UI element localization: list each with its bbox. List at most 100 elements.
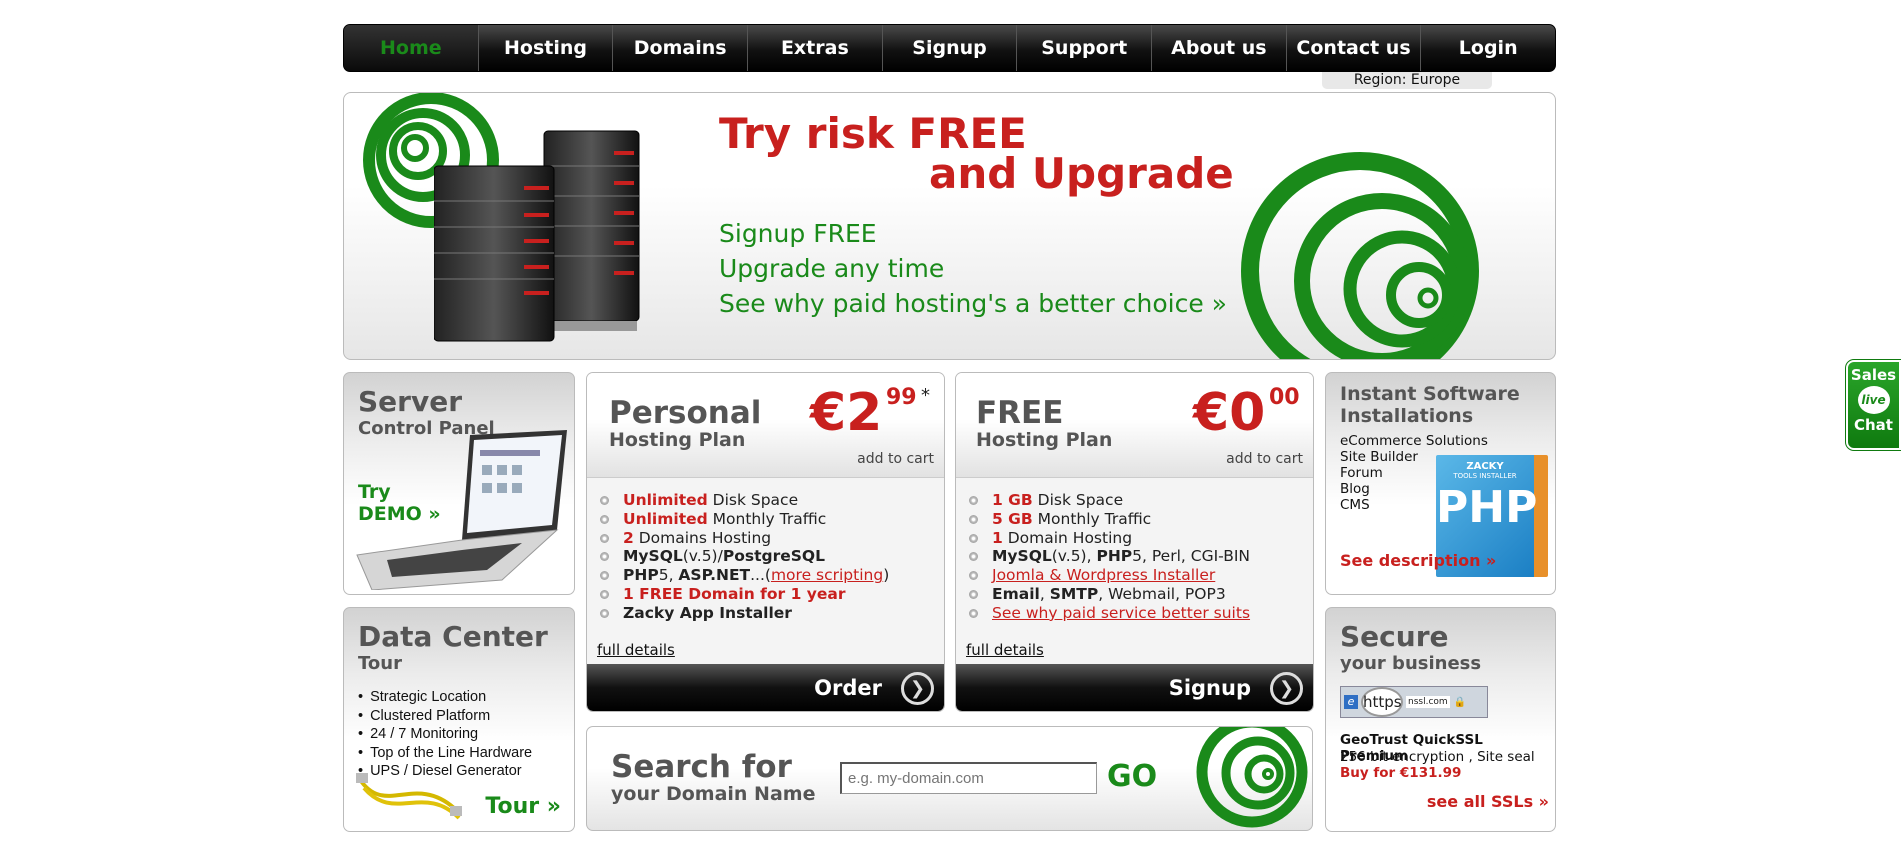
- try-demo-line1: Try: [358, 481, 391, 503]
- main-nav: Home Hosting Domains Extras Signup Support Abo…: [343, 24, 1556, 72]
- secure-subtitle: your business: [1340, 653, 1482, 674]
- data-center-title: Data Center: [358, 620, 548, 653]
- nav-item-contact-us[interactable]: Contact us: [1287, 25, 1422, 71]
- list-item: 1 GB Disk Space: [966, 491, 1250, 510]
- data-center-features: Strategic Location Clustered Platform 24…: [358, 688, 532, 781]
- browser-icon: e: [1344, 695, 1358, 709]
- spiral-graphic-right: [1241, 152, 1479, 359]
- signup-button[interactable]: Signup ❯: [956, 664, 1313, 711]
- list-item: Unlimited Monthly Traffic: [597, 510, 889, 529]
- plan-subtitle: Hosting Plan: [976, 429, 1113, 451]
- ssl-browser-graphic: e https nssl.com 🔒: [1340, 686, 1488, 718]
- chat-label-bottom: Chat: [1854, 416, 1893, 434]
- chat-label-top: Sales: [1850, 366, 1897, 384]
- try-demo-link[interactable]: Try DEMO »: [358, 481, 441, 525]
- list-item: 2 Domains Hosting: [597, 529, 889, 548]
- nav-item-support[interactable]: Support: [1017, 25, 1153, 71]
- see-all-ssls-link[interactable]: see all SSLs »: [1427, 792, 1549, 811]
- list-item: Strategic Location: [358, 688, 532, 707]
- list-item: 5 GB Monthly Traffic: [966, 510, 1250, 529]
- plan-features: Unlimited Disk Space Unlimited Monthly T…: [597, 491, 889, 623]
- data-center-box: Data Center Tour Strategic Location Clus…: [343, 607, 575, 832]
- add-to-cart-link[interactable]: add to cart: [1226, 451, 1303, 467]
- spiral-graphic-search: [1196, 727, 1308, 828]
- list-item: Unlimited Disk Space: [597, 491, 889, 510]
- signup-button-label: Signup: [1168, 675, 1251, 700]
- url-stub: nssl.com: [1406, 696, 1450, 708]
- nav-item-login[interactable]: Login: [1421, 25, 1555, 71]
- region-indicator[interactable]: Region: Europe: [1322, 72, 1492, 89]
- arrow-right-icon: ❯: [901, 672, 934, 705]
- more-scripting-link[interactable]: more scripting: [771, 566, 883, 584]
- list-item: Clustered Platform: [358, 707, 532, 726]
- nav-item-signup[interactable]: Signup: [883, 25, 1018, 71]
- list-item: eCommerce Solutions: [1340, 433, 1488, 449]
- ssl-product-desc: 256 bit encryption , Site seal: [1340, 749, 1535, 765]
- plan-price: €2: [810, 383, 883, 443]
- live-chat-button[interactable]: Sales live Chat: [1845, 359, 1901, 451]
- plan-name: Personal: [609, 395, 762, 431]
- personal-plan-card: Personal Hosting Plan €2 99 * add to car…: [586, 372, 945, 712]
- badge-brand: ZACKY: [1466, 461, 1504, 472]
- list-item: MySQL(v.5), PHP5, Perl, CGI-BIN: [966, 547, 1250, 566]
- paid-service-link[interactable]: See why paid service better suits: [992, 604, 1250, 622]
- list-item: Email, SMTP, Webmail, POP3: [966, 585, 1250, 604]
- plan-name: FREE: [976, 395, 1064, 431]
- nav-item-extras[interactable]: Extras: [748, 25, 883, 71]
- nav-item-hosting[interactable]: Hosting: [479, 25, 614, 71]
- https-magnifier: https: [1361, 687, 1403, 717]
- price-asterisk: *: [921, 385, 930, 406]
- plan-subtitle: Hosting Plan: [609, 429, 746, 451]
- server-title: Server: [358, 385, 463, 418]
- hero-upgrade-line: Upgrade any time: [719, 254, 945, 283]
- order-button[interactable]: Order ❯: [587, 664, 944, 711]
- servers-graphic: [434, 130, 640, 342]
- badge-php: PHP: [1436, 482, 1538, 533]
- list-item: Top of the Line Hardware: [358, 744, 532, 763]
- lock-icon: 🔒: [1453, 696, 1467, 708]
- try-demo-line2: DEMO »: [358, 503, 441, 525]
- hero-signup-line: Signup FREE: [719, 219, 877, 248]
- search-title: Search for: [611, 749, 792, 785]
- tour-link[interactable]: Tour »: [485, 794, 561, 819]
- arrow-right-icon: ❯: [1270, 672, 1303, 705]
- joomla-wordpress-link[interactable]: Joomla & Wordpress Installer: [992, 566, 1215, 584]
- plan-features: 1 GB Disk Space 5 GB Monthly Traffic 1 D…: [966, 491, 1250, 623]
- hero-paid-hosting-link[interactable]: See why paid hosting's a better choice »: [719, 289, 1227, 318]
- full-details-link[interactable]: full details: [966, 641, 1044, 659]
- server-control-panel-box: Server Control Panel Try DEMO »: [343, 372, 575, 595]
- software-installations-box: Instant Software Installations eCommerce…: [1325, 372, 1556, 595]
- domain-search-box: Search for your Domain Name GO: [586, 726, 1313, 831]
- nav-item-home[interactable]: Home: [344, 25, 479, 71]
- go-button[interactable]: GO: [1107, 759, 1157, 794]
- ssl-buy-price: Buy for €131.99: [1340, 765, 1462, 781]
- data-center-subtitle: Tour: [358, 653, 402, 674]
- list-item: 1 FREE Domain for 1 year: [597, 585, 889, 604]
- nav-item-domains[interactable]: Domains: [613, 25, 749, 71]
- list-item: 1 Domain Hosting: [966, 529, 1250, 548]
- plan-header: Personal Hosting Plan €2 99 * add to car…: [587, 373, 944, 478]
- free-plan-card: FREE Hosting Plan €0 00 add to cart 1 GB…: [955, 372, 1314, 712]
- secure-title: Secure: [1340, 620, 1449, 653]
- list-item: See why paid service better suits: [966, 604, 1250, 623]
- software-title: Instant Software Installations: [1340, 383, 1520, 427]
- see-description-link[interactable]: See description »: [1340, 551, 1496, 570]
- secure-business-box: Secure your business e https nssl.com 🔒 …: [1325, 607, 1556, 832]
- search-subtitle: your Domain Name: [611, 783, 816, 805]
- chat-bubble-icon: live: [1857, 386, 1890, 414]
- badge-sub: TOOLS INSTALLER: [1453, 472, 1517, 480]
- order-button-label: Order: [814, 675, 882, 700]
- list-item: Joomla & Wordpress Installer: [966, 566, 1250, 585]
- full-details-link[interactable]: full details: [597, 641, 675, 659]
- cable-graphic: [356, 773, 462, 820]
- list-item: PHP5, ASP.NET...(more scripting): [597, 566, 889, 585]
- plan-header: FREE Hosting Plan €0 00 add to cart: [956, 373, 1313, 478]
- nav-item-about-us[interactable]: About us: [1152, 25, 1287, 71]
- plan-price: €0: [1193, 383, 1266, 443]
- plan-price-cents: 00: [1269, 385, 1300, 410]
- add-to-cart-link[interactable]: add to cart: [857, 451, 934, 467]
- hero-banner: Try risk FREE and Upgrade Signup FREE Up…: [343, 92, 1556, 360]
- domain-search-input[interactable]: [840, 762, 1097, 794]
- hero-title-line2: and Upgrade: [929, 149, 1234, 198]
- plan-price-cents: 99: [886, 385, 917, 410]
